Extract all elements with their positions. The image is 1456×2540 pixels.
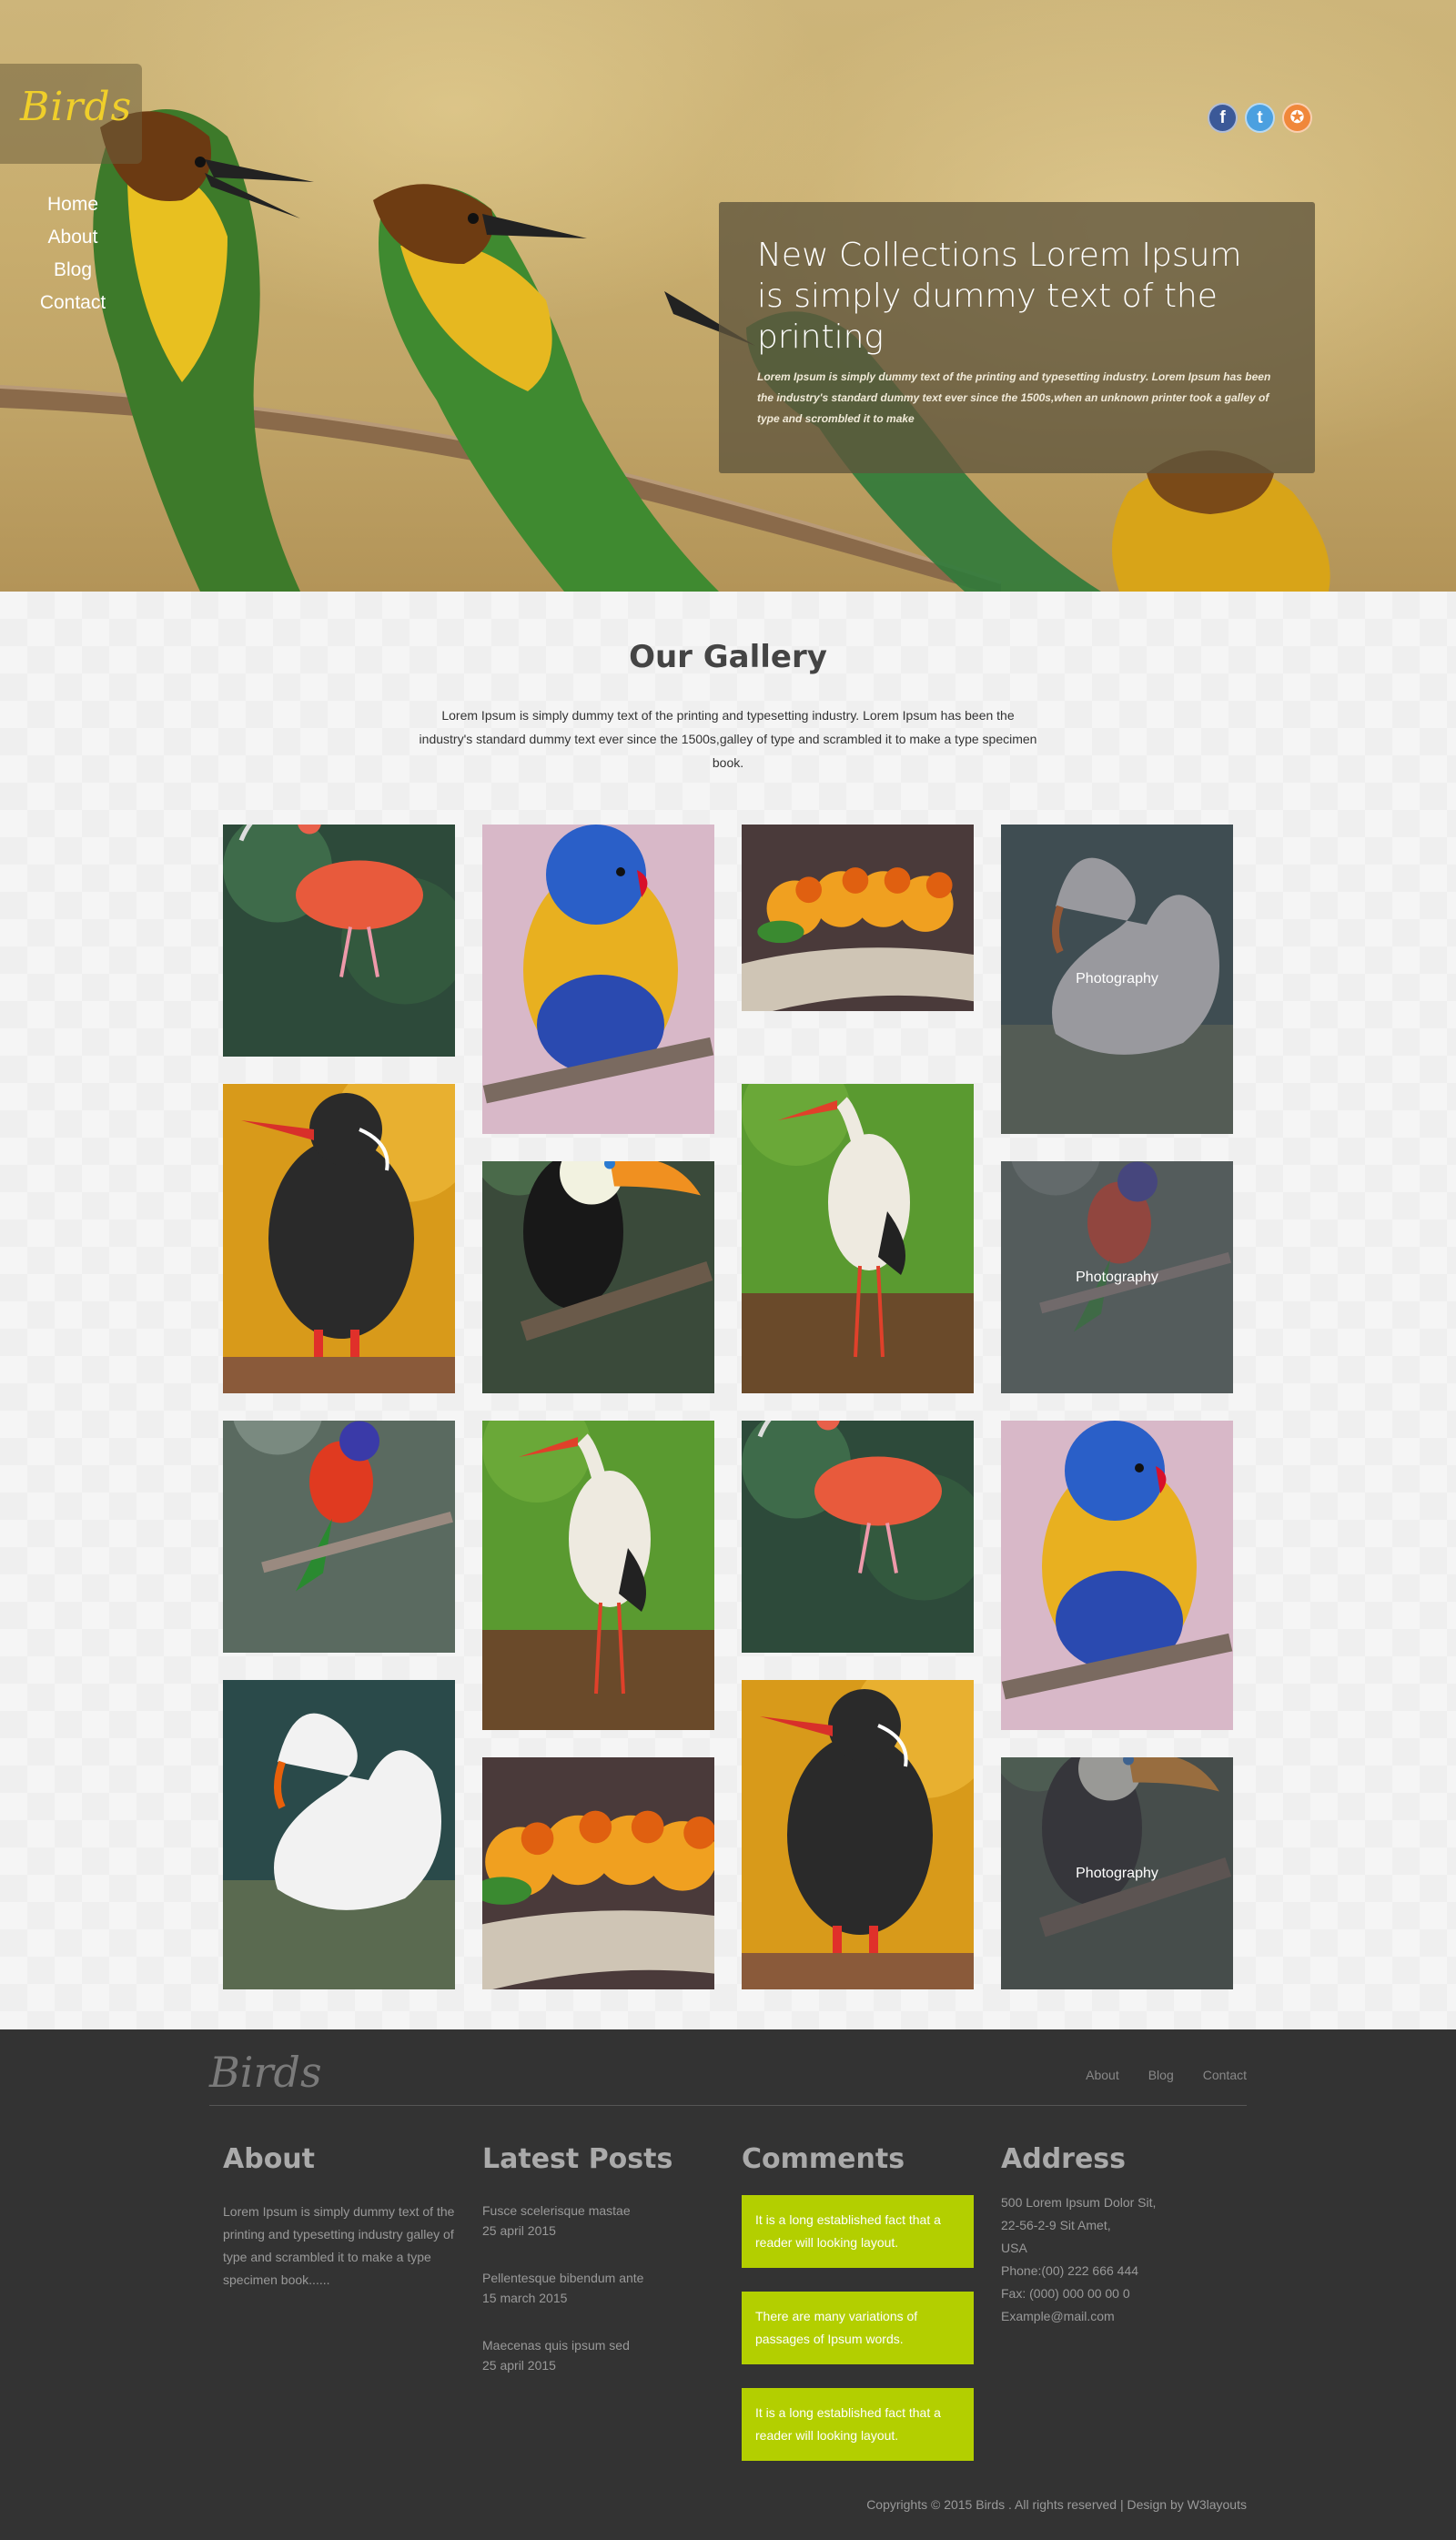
bird-photo[interactable] — [742, 1680, 974, 1989]
post-date: 25 april 2015 — [482, 2358, 556, 2373]
gallery-item[interactable] — [223, 1084, 455, 1393]
gallery-item[interactable] — [223, 1421, 455, 1653]
gallery-item[interactable] — [223, 825, 455, 1057]
address-phone: Phone:(00) 222 666 444 — [1001, 2263, 1139, 2278]
post-item[interactable]: Fusce scelerisque mastae 25 april 2015 — [482, 2201, 714, 2241]
gallery-item[interactable] — [223, 1680, 455, 1989]
gallery-item[interactable] — [742, 1680, 974, 1989]
bird-photo[interactable] — [223, 825, 455, 1057]
bird-photo[interactable] — [742, 1084, 974, 1393]
address-line: USA — [1001, 2241, 1027, 2255]
gallery-item[interactable] — [742, 1421, 974, 1653]
gallery-section: Our Gallery Lorem Ipsum is simply dummy … — [0, 592, 1456, 2029]
post-date: 15 march 2015 — [482, 2291, 568, 2305]
address-line: 500 Lorem Ipsum Dolor Sit, — [1001, 2195, 1157, 2210]
footer-logo[interactable]: Birds — [209, 2048, 322, 2097]
footer-about-text: Lorem Ipsum is simply dummy text of the … — [223, 2204, 455, 2287]
facebook-icon[interactable]: f — [1208, 103, 1238, 133]
dribbble-icon[interactable]: ✪ — [1282, 103, 1312, 133]
gallery-item[interactable]: Photography — [1001, 1161, 1233, 1393]
bird-photo[interactable] — [482, 1421, 714, 1730]
footer-nav-about[interactable]: About — [1086, 2068, 1119, 2082]
gallery-title: Our Gallery — [629, 639, 827, 675]
gallery-item[interactable]: Photography — [1001, 825, 1233, 1134]
comment-card[interactable]: It is a long established fact that a rea… — [742, 2388, 974, 2461]
photo-hover-overlay[interactable]: Photography — [1001, 1757, 1233, 1989]
post-title[interactable]: Fusce scelerisque mastae — [482, 2201, 714, 2221]
gallery-item[interactable] — [482, 1421, 714, 1730]
hero-banner: Birds Home About Blog Contact f t ✪ New … — [0, 0, 1456, 592]
post-date: 25 april 2015 — [482, 2223, 556, 2238]
photo-hover-label: Photography — [1076, 971, 1158, 987]
footer-comments-heading: Comments — [742, 2143, 905, 2175]
gallery-item[interactable] — [482, 1757, 714, 1989]
gallery-item[interactable] — [482, 825, 714, 1134]
nav-blog[interactable]: Blog — [27, 254, 118, 287]
address-fax: Fax: (000) 000 00 00 0 — [1001, 2286, 1130, 2301]
photo-hover-overlay[interactable]: Photography — [1001, 1161, 1233, 1393]
bird-photo[interactable] — [742, 1421, 974, 1653]
footer-divider — [209, 2105, 1247, 2106]
bird-photo[interactable] — [482, 1161, 714, 1393]
photo-hover-label: Photography — [1076, 1865, 1158, 1881]
main-nav: Home About Blog Contact — [27, 188, 118, 319]
comment-card[interactable]: It is a long established fact that a rea… — [742, 2195, 974, 2268]
bird-photo[interactable] — [223, 1084, 455, 1393]
copyright: Copyrights © 2015 Birds . All rights res… — [866, 2497, 1247, 2512]
hero-title: New Collections Lorem Ipsum is simply du… — [757, 237, 1242, 356]
gallery-item[interactable] — [482, 1161, 714, 1393]
footer-latest-posts: Latest Posts Fusce scelerisque mastae 25… — [482, 2143, 714, 2403]
post-item[interactable]: Pellentesque bibendum ante 15 march 2015 — [482, 2268, 714, 2308]
bird-photo[interactable] — [482, 1757, 714, 1989]
comment-card[interactable]: There are many variations of passages of… — [742, 2292, 974, 2364]
gallery-item[interactable] — [742, 825, 974, 1011]
hero-description: Lorem Ipsum is simply dummy text of the … — [757, 370, 1271, 425]
footer-address-heading: Address — [1001, 2143, 1127, 2175]
post-title[interactable]: Pellentesque bibendum ante — [482, 2268, 714, 2288]
hero-caption-box: New Collections Lorem Ipsum is simply du… — [719, 202, 1315, 473]
footer-comments: Comments It is a long established fact t… — [742, 2143, 974, 2484]
twitter-icon[interactable]: t — [1245, 103, 1275, 133]
footer-nav-contact[interactable]: Contact — [1203, 2068, 1247, 2082]
bird-photo[interactable] — [482, 825, 714, 1134]
nav-about[interactable]: About — [27, 221, 118, 254]
footer-nav-blog[interactable]: Blog — [1148, 2068, 1174, 2082]
footer-about: About Lorem Ipsum is simply dummy text o… — [223, 2143, 455, 2292]
footer-address: Address 500 Lorem Ipsum Dolor Sit, 22-56… — [1001, 2143, 1233, 2328]
footer-about-heading: About — [223, 2143, 316, 2175]
bird-photo[interactable] — [742, 825, 974, 1011]
post-item[interactable]: Maecenas quis ipsum sed 25 april 2015 — [482, 2335, 714, 2375]
photo-hover-label: Photography — [1076, 1269, 1158, 1285]
bird-photo[interactable] — [223, 1421, 455, 1653]
gallery-item[interactable] — [1001, 1421, 1233, 1730]
address-email[interactable]: Example@mail.com — [1001, 2305, 1233, 2328]
footer-posts-heading: Latest Posts — [482, 2143, 673, 2175]
post-title[interactable]: Maecenas quis ipsum sed — [482, 2335, 714, 2355]
nav-home[interactable]: Home — [27, 188, 118, 221]
photo-hover-overlay[interactable]: Photography — [1001, 825, 1233, 1134]
logo-box[interactable]: Birds — [0, 64, 142, 164]
logo[interactable]: Birds — [20, 84, 132, 130]
bird-photo[interactable] — [223, 1680, 455, 1989]
nav-contact[interactable]: Contact — [27, 287, 118, 319]
address-line: 22-56-2-9 Sit Amet, — [1001, 2218, 1111, 2232]
gallery-item[interactable] — [742, 1084, 974, 1393]
gallery-description: Lorem Ipsum is simply dummy text of the … — [419, 708, 1037, 770]
footer: Birds About Blog Contact About Lorem Ips… — [0, 2029, 1456, 2540]
bird-photo[interactable] — [1001, 1421, 1233, 1730]
gallery-item[interactable]: Photography — [1001, 1757, 1233, 1989]
footer-nav: About Blog Contact — [1057, 2068, 1247, 2082]
social-links: f t ✪ — [1208, 103, 1320, 133]
